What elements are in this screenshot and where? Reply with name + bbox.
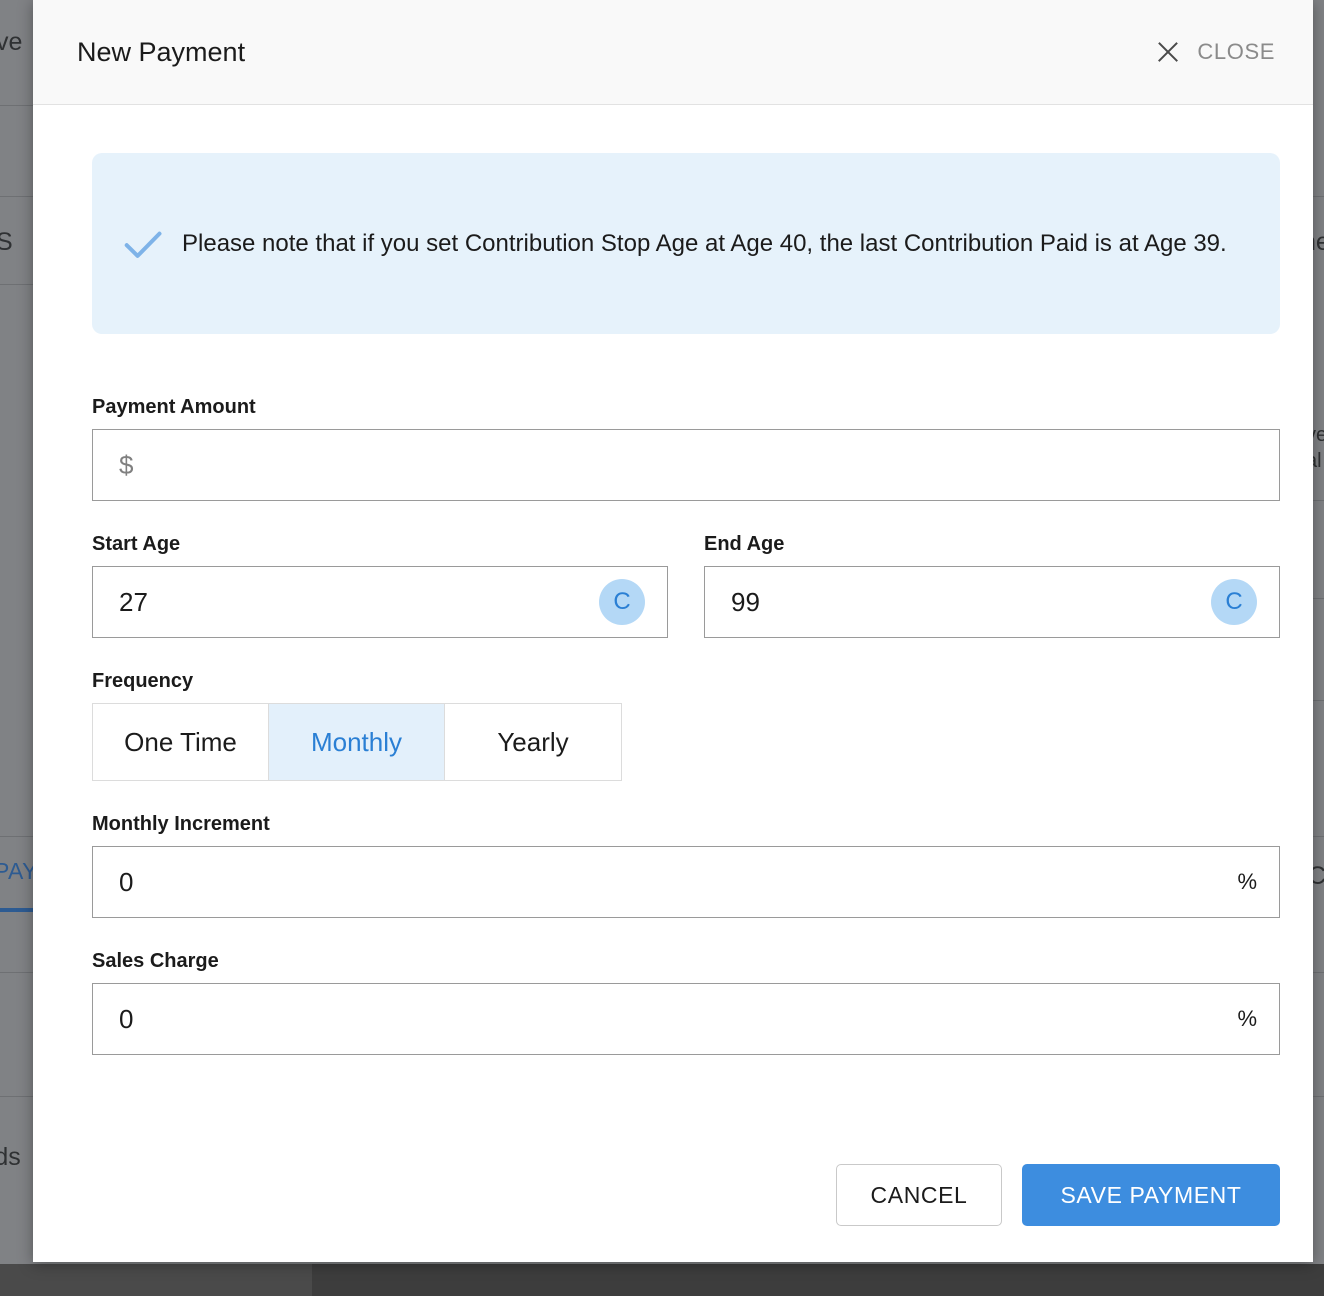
start-age-value: 27 bbox=[119, 586, 148, 617]
background-divider bbox=[1313, 972, 1324, 973]
frequency-option-yearly[interactable]: Yearly bbox=[445, 704, 621, 780]
background-divider bbox=[0, 105, 33, 106]
background-active-tab-underline bbox=[0, 908, 33, 912]
background-text-fragment: rds bbox=[0, 1143, 21, 1171]
age-range-row: Start Age 27 C End Age 99 C bbox=[92, 533, 1280, 638]
background-divider bbox=[1313, 196, 1324, 197]
monthly-increment-input[interactable]: 0 % bbox=[92, 846, 1280, 918]
start-age-calculator-badge[interactable]: C bbox=[599, 579, 645, 625]
sales-charge-input[interactable]: 0 % bbox=[92, 983, 1280, 1055]
bottom-system-bar bbox=[0, 1264, 1324, 1296]
dialog-header: New Payment CLOSE bbox=[33, 0, 1313, 105]
dialog-footer: CANCEL SAVE PAYMENT bbox=[33, 1164, 1313, 1262]
end-age-field: End Age 99 C bbox=[704, 533, 1280, 638]
start-age-label: Start Age bbox=[92, 533, 181, 555]
background-divider bbox=[0, 972, 33, 973]
frequency-field: Frequency One Time Monthly Yearly bbox=[92, 670, 1280, 781]
frequency-segmented-control: One Time Monthly Yearly bbox=[92, 703, 622, 781]
monthly-increment-percent-suffix: % bbox=[1237, 869, 1257, 894]
cancel-button[interactable]: CANCEL bbox=[836, 1164, 1002, 1226]
background-divider bbox=[0, 284, 33, 285]
payment-amount-label: Payment Amount bbox=[92, 396, 256, 418]
sales-charge-field: Sales Charge 0 % bbox=[92, 950, 1280, 1055]
info-banner-text: Please note that if you set Contribution… bbox=[182, 229, 1227, 257]
new-payment-dialog: New Payment CLOSE Please note that if yo… bbox=[33, 0, 1313, 1262]
background-divider bbox=[1313, 700, 1324, 701]
dialog-body: Please note that if you set Contribution… bbox=[33, 105, 1313, 1164]
sales-charge-value: 0 bbox=[119, 1003, 134, 1034]
bottom-system-bar-segment bbox=[0, 1264, 312, 1296]
close-icon bbox=[1155, 39, 1181, 65]
info-banner: Please note that if you set Contribution… bbox=[92, 153, 1280, 334]
page-title: New Payment bbox=[77, 36, 246, 67]
background-divider bbox=[1313, 598, 1324, 599]
sales-charge-label: Sales Charge bbox=[92, 950, 219, 972]
end-age-calculator-badge[interactable]: C bbox=[1211, 579, 1257, 625]
background-divider bbox=[0, 1096, 33, 1097]
start-age-field: Start Age 27 C bbox=[92, 533, 668, 638]
end-age-value: 99 bbox=[731, 586, 760, 617]
payment-amount-placeholder: $ bbox=[119, 449, 134, 480]
frequency-option-monthly[interactable]: Monthly bbox=[269, 704, 445, 780]
monthly-increment-value: 0 bbox=[119, 866, 134, 897]
background-divider bbox=[1313, 500, 1324, 501]
close-button[interactable]: CLOSE bbox=[1147, 33, 1283, 71]
background-divider bbox=[0, 196, 33, 197]
end-age-input[interactable]: 99 C bbox=[704, 566, 1280, 638]
close-button-label: CLOSE bbox=[1197, 39, 1275, 64]
background-divider bbox=[1313, 1096, 1324, 1097]
frequency-option-one-time[interactable]: One Time bbox=[93, 704, 269, 780]
frequency-label: Frequency bbox=[92, 670, 194, 692]
check-icon bbox=[124, 231, 162, 258]
monthly-increment-field: Monthly Increment 0 % bbox=[92, 813, 1280, 918]
payment-amount-input[interactable]: $ bbox=[92, 429, 1280, 501]
end-age-label: End Age bbox=[704, 533, 785, 555]
background-divider bbox=[1313, 836, 1324, 837]
background-divider bbox=[0, 836, 33, 837]
payment-amount-field: Payment Amount $ bbox=[92, 396, 1280, 501]
save-payment-button[interactable]: SAVE PAYMENT bbox=[1022, 1164, 1280, 1226]
monthly-increment-label: Monthly Increment bbox=[92, 813, 270, 835]
background-text-fragment: ve bbox=[0, 28, 23, 56]
background-text-fragment: S bbox=[0, 228, 13, 256]
start-age-input[interactable]: 27 C bbox=[92, 566, 668, 638]
sales-charge-percent-suffix: % bbox=[1237, 1006, 1257, 1031]
